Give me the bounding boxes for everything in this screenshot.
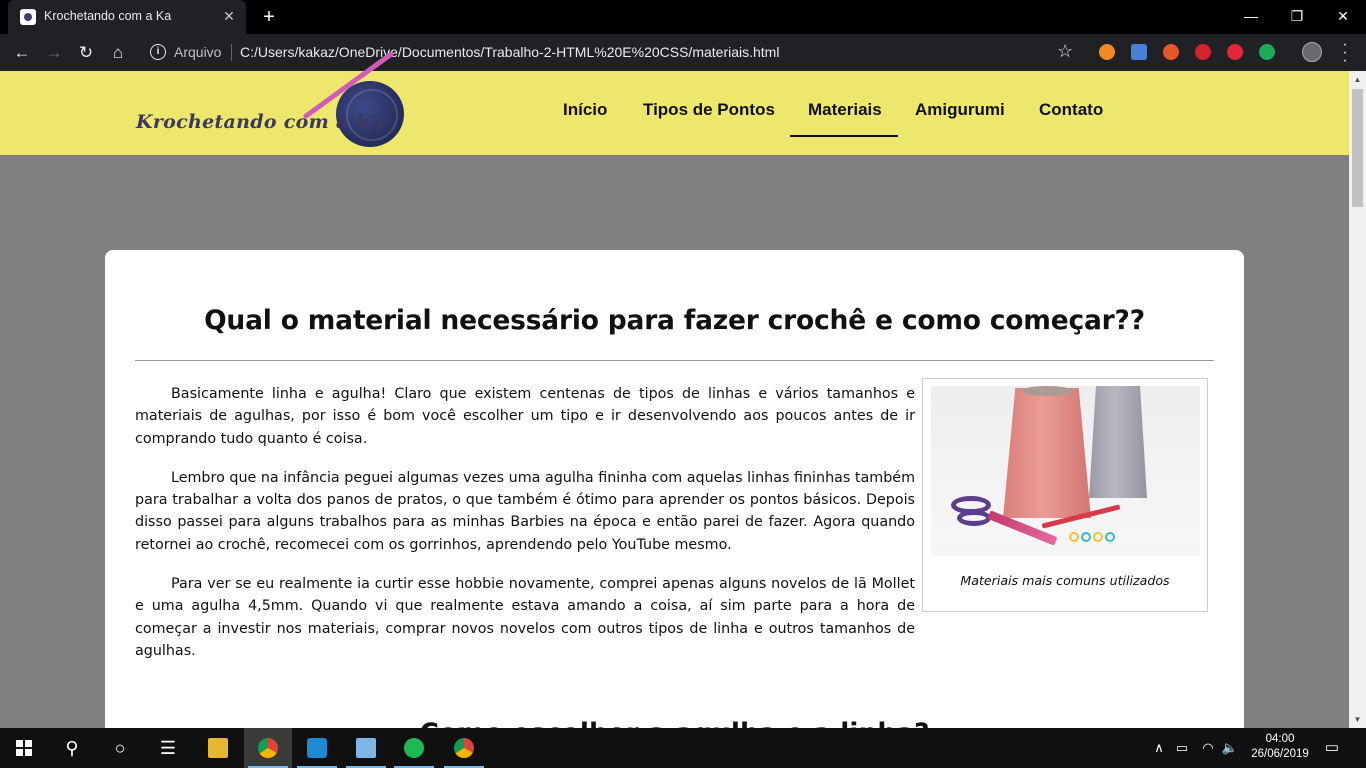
reload-icon[interactable]: ↻: [74, 41, 98, 65]
chrome-icon: [258, 738, 278, 758]
home-icon[interactable]: ⌂: [106, 41, 130, 65]
active-nav-underline: [790, 135, 898, 137]
url-scheme-label: Arquivo: [174, 44, 222, 60]
notification-center-icon[interactable]: ▭: [1322, 738, 1342, 758]
wifi-icon[interactable]: ◠: [1198, 728, 1218, 768]
extension-translate-icon[interactable]: [1131, 44, 1147, 60]
browser-tab[interactable]: Krochetando com a Ka ✕: [8, 0, 246, 34]
extension-fire-icon[interactable]: [1163, 44, 1179, 60]
article-body: Basicamente linha e agulha! Claro que ex…: [135, 383, 915, 679]
cone-top: [1021, 386, 1073, 396]
extension-leaf-icon[interactable]: [1259, 44, 1275, 60]
site-header: Krochetando com a Ka Início Tipos de Pon…: [0, 50, 1349, 155]
scroll-thumb[interactable]: [1352, 89, 1363, 207]
site-info-icon[interactable]: i: [150, 44, 166, 60]
taskbar-photos[interactable]: [342, 728, 390, 768]
nav-link-inicio[interactable]: Início: [563, 100, 607, 120]
page-scrollbar[interactable]: ▲ ▼: [1349, 71, 1366, 728]
photos-icon: [356, 738, 376, 758]
task-view-button[interactable]: ☰: [144, 728, 192, 768]
paragraph: Para ver se eu realmente ia curtir esse …: [135, 576, 915, 659]
spotify-icon: [404, 738, 424, 758]
paragraph: Basicamente linha e agulha! Claro que ex…: [135, 386, 915, 447]
cortana-circle-icon: ○: [114, 738, 126, 758]
battery-icon[interactable]: ▭: [1172, 728, 1192, 768]
restore-button[interactable]: ❐: [1274, 4, 1320, 28]
title-divider: [135, 360, 1214, 361]
new-tab-button[interactable]: +: [258, 6, 280, 28]
address-bar[interactable]: C:/Users/kakaz/OneDrive/Documentos/Traba…: [240, 44, 779, 60]
nav-link-tipos-de-pontos[interactable]: Tipos de Pontos: [643, 100, 775, 120]
site-logo[interactable]: Krochetando com a Ka: [136, 50, 406, 151]
close-window-button[interactable]: ✕: [1320, 4, 1366, 28]
gray-yarn-cone: [1089, 386, 1147, 498]
nav-link-contato[interactable]: Contato: [1039, 100, 1103, 120]
extension-play-icon[interactable]: [1099, 44, 1115, 60]
browser-toolbar: ← → ↻ ⌂ i Arquivo C:/Users/kakaz/OneDriv…: [0, 34, 1366, 71]
content-card: Qual o material necessário para fazer cr…: [105, 250, 1244, 750]
clock-date: 26/06/2019: [1251, 748, 1309, 760]
materials-figure: Materiais mais comuns utilizados: [922, 378, 1208, 612]
clock-time: 04:00: [1265, 733, 1295, 745]
tab-title: Krochetando com a Ka: [44, 9, 172, 23]
nav-link-amigurumi[interactable]: Amigurumi: [915, 100, 1005, 120]
minimize-button[interactable]: —: [1228, 4, 1274, 28]
profile-avatar[interactable]: [1302, 42, 1322, 62]
tray-chevron-icon[interactable]: ∧: [1150, 728, 1168, 768]
start-button[interactable]: [0, 728, 48, 768]
taskbar-clock[interactable]: 04:00 26/06/2019: [1245, 732, 1315, 762]
browser-menu-icon[interactable]: · · ·: [1340, 37, 1350, 69]
page-title: Qual o material necessário para fazer cr…: [204, 305, 1145, 336]
browser-tab-strip: Krochetando com a Ka ✕ + — ❐ ✕: [0, 0, 1366, 34]
taskbar-chrome-active[interactable]: [244, 728, 292, 768]
search-button[interactable]: ⚲: [48, 728, 96, 768]
nav-link-materiais[interactable]: Materiais: [808, 100, 882, 120]
task-view-icon: ☰: [159, 738, 177, 758]
taskbar-spotify[interactable]: [390, 728, 438, 768]
search-icon: ⚲: [65, 738, 79, 758]
extension-hand-icon[interactable]: [1195, 44, 1211, 60]
windows-logo-icon: [16, 740, 32, 756]
taskbar-chrome[interactable]: [440, 728, 488, 768]
scroll-up-icon[interactable]: ▲: [1349, 71, 1366, 88]
stitch-markers: [1069, 532, 1123, 546]
back-arrow-icon[interactable]: ←: [10, 41, 34, 65]
folder-icon: [208, 738, 228, 758]
taskbar-vscode[interactable]: [293, 728, 341, 768]
url-separator: [231, 44, 232, 61]
site-favicon-icon: [20, 9, 36, 25]
paragraph: Lembro que na infância peguei algumas ve…: [135, 469, 915, 553]
tab-close-icon[interactable]: ✕: [220, 7, 238, 25]
materials-photo: [931, 386, 1200, 556]
bookmark-star-icon[interactable]: ☆: [1057, 41, 1073, 62]
cortana-button[interactable]: ○: [96, 728, 144, 768]
extension-youtube-icon[interactable]: [1227, 44, 1243, 60]
windows-taskbar: ⚲ ○ ☰ ∧ ▭ ◠ 🔈 04:00 26/06/2019 ▭: [0, 728, 1366, 768]
logo-text: Krochetando com a Ka: [136, 111, 385, 133]
taskbar-file-explorer[interactable]: [194, 728, 242, 768]
vscode-icon: [307, 738, 327, 758]
forward-arrow-icon[interactable]: →: [42, 41, 66, 65]
volume-icon[interactable]: 🔈: [1220, 728, 1240, 768]
chrome-icon: [454, 738, 474, 758]
scroll-down-icon[interactable]: ▼: [1349, 711, 1366, 728]
figure-caption: Materiais mais comuns utilizados: [960, 573, 1170, 588]
